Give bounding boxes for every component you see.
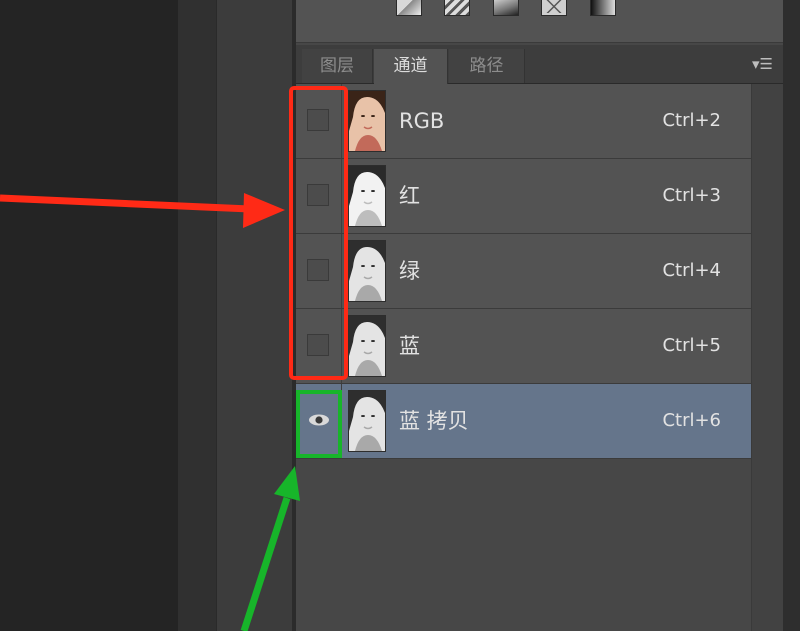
row-separator bbox=[341, 234, 342, 308]
channel-row[interactable]: RGB Ctrl+2 bbox=[296, 84, 751, 159]
channel-thumbnail bbox=[348, 240, 386, 302]
channel-shortcut: Ctrl+5 bbox=[662, 335, 721, 356]
row-separator bbox=[341, 384, 342, 458]
eye-icon[interactable] bbox=[307, 409, 331, 431]
channel-thumbnail bbox=[348, 390, 386, 452]
channel-shortcut: Ctrl+2 bbox=[662, 110, 721, 131]
panel-tab-bar: 图层 通道 路径 ▾☰ bbox=[296, 45, 783, 84]
tab-paths[interactable]: 路径 bbox=[449, 49, 525, 83]
channel-list-scrollbar[interactable] bbox=[751, 84, 784, 631]
collapsed-panel-dock bbox=[216, 0, 293, 631]
channel-row[interactable]: 蓝 Ctrl+5 bbox=[296, 309, 751, 384]
visibility-toggle[interactable] bbox=[307, 184, 329, 206]
adjustment-icon-3[interactable] bbox=[493, 0, 519, 16]
window-edge bbox=[783, 0, 800, 631]
channel-thumbnail bbox=[348, 90, 386, 152]
channel-thumbnail bbox=[348, 315, 386, 377]
channel-shortcut: Ctrl+3 bbox=[662, 185, 721, 206]
channel-name: 绿 bbox=[399, 259, 420, 283]
visibility-toggle[interactable] bbox=[307, 334, 329, 356]
tab-layers[interactable]: 图层 bbox=[302, 49, 373, 83]
channels-panel: 图层 通道 路径 ▾☰ RGB Ctrl+2 红 Ctrl+3 绿 Ctrl+4 蓝 Ctrl… bbox=[296, 0, 784, 631]
channel-row[interactable]: 绿 Ctrl+4 bbox=[296, 234, 751, 309]
channel-name: 红 bbox=[399, 184, 420, 208]
row-separator bbox=[341, 84, 342, 158]
adjustment-icon-1[interactable] bbox=[396, 0, 422, 16]
channel-name: 蓝 bbox=[399, 334, 420, 358]
channel-name: 蓝 拷贝 bbox=[399, 409, 469, 433]
channel-row[interactable]: 蓝 拷贝 Ctrl+6 bbox=[296, 384, 751, 459]
channel-thumbnail bbox=[348, 165, 386, 227]
adjustment-icon-4[interactable] bbox=[541, 0, 567, 16]
visibility-toggle[interactable] bbox=[307, 109, 329, 131]
channel-row[interactable]: 红 Ctrl+3 bbox=[296, 159, 751, 234]
row-separator bbox=[341, 159, 342, 233]
channel-shortcut: Ctrl+4 bbox=[662, 260, 721, 281]
visibility-toggle[interactable] bbox=[307, 259, 329, 281]
gradient-map-icon[interactable] bbox=[590, 0, 616, 16]
channel-name: RGB bbox=[399, 109, 445, 133]
adjustments-toolbar bbox=[296, 0, 783, 43]
row-separator bbox=[341, 309, 342, 383]
channel-list: RGB Ctrl+2 红 Ctrl+3 绿 Ctrl+4 蓝 Ctrl+5 蓝 拷贝 Ctrl+6 bbox=[296, 84, 751, 459]
document-canvas bbox=[0, 0, 178, 631]
tab-channels[interactable]: 通道 bbox=[374, 49, 448, 84]
channel-shortcut: Ctrl+6 bbox=[662, 410, 721, 431]
panel-dock-gutter bbox=[178, 0, 216, 631]
adjustment-icon-2[interactable] bbox=[444, 0, 470, 16]
panel-menu-icon[interactable]: ▾☰ bbox=[747, 55, 773, 73]
